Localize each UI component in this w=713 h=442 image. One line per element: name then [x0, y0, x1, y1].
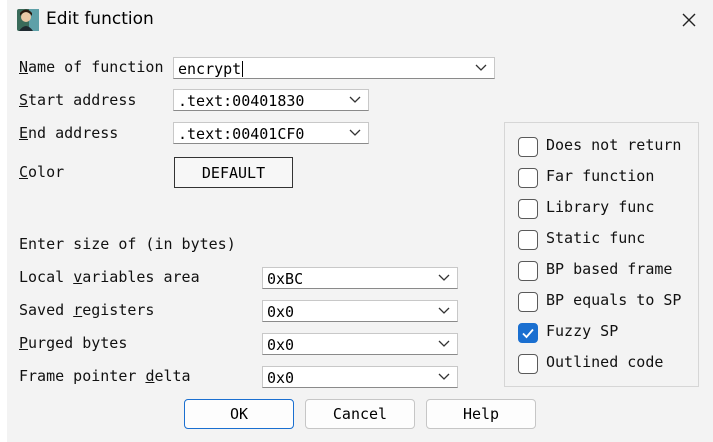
checkbox-label: Static func — [546, 229, 646, 247]
checkbox-outlined-code[interactable] — [518, 354, 538, 374]
help-button[interactable]: Help — [426, 399, 536, 429]
name-of-function-label: Name of function — [19, 58, 164, 76]
chevron-down-icon — [438, 274, 450, 281]
checkbox-library-func[interactable] — [518, 199, 538, 219]
name-of-function-value: encrypt — [178, 60, 244, 78]
app-portrait-icon — [17, 9, 39, 31]
checkbox-fuzzy-sp[interactable] — [518, 323, 538, 343]
chevron-down-icon — [349, 96, 361, 103]
name-of-function-combo[interactable]: encrypt — [173, 57, 495, 79]
chevron-down-icon — [349, 129, 361, 136]
end-address-value: .text:00401CF0 — [178, 125, 305, 143]
purged-bytes-combo[interactable]: 0x0 — [262, 333, 458, 355]
checkbox-label: Library func — [546, 198, 655, 216]
saved-registers-label: Saved registers — [19, 301, 155, 319]
start-address-value: .text:00401830 — [178, 92, 305, 110]
title-bar: Edit function — [7, 0, 713, 40]
purged-bytes-label: Purged bytes — [19, 334, 128, 352]
checkbox-label: BP equals to SP — [546, 291, 682, 309]
checkbox-static-func[interactable] — [518, 230, 538, 250]
checkbox-label: Outlined code — [546, 353, 664, 371]
ok-button[interactable]: OK — [184, 399, 294, 429]
end-address-combo[interactable]: .text:00401CF0 — [173, 122, 369, 144]
text-caret — [242, 61, 244, 77]
size-heading: Enter size of (in bytes) — [19, 235, 236, 253]
checkbox-label: Does not return — [546, 136, 682, 154]
checkbox-bp-based-frame[interactable] — [518, 261, 538, 281]
saved-registers-value: 0x0 — [267, 303, 295, 321]
purged-bytes-value: 0x0 — [267, 336, 295, 354]
checkbox-label: Far function — [546, 167, 655, 185]
frame-pointer-delta-label: Frame pointer delta — [19, 367, 191, 385]
checkbox-does-not-return[interactable] — [518, 137, 538, 157]
local-variables-value: 0xBC — [267, 270, 304, 288]
checkbox-label: Fuzzy SP — [546, 322, 619, 340]
start-address-combo[interactable]: .text:00401830 — [173, 89, 369, 111]
edit-function-dialog: Edit function Name of function encrypt S… — [7, 0, 713, 442]
color-default-button[interactable]: DEFAULT — [174, 157, 293, 188]
frame-pointer-delta-value: 0x0 — [267, 369, 295, 387]
end-address-label: End address — [19, 124, 119, 142]
checkbox-far-function[interactable] — [518, 168, 538, 188]
close-button[interactable] — [673, 4, 705, 36]
saved-registers-combo[interactable]: 0x0 — [262, 300, 458, 322]
function-flags-group — [504, 122, 699, 387]
color-label: Color — [19, 163, 65, 181]
chevron-down-icon — [438, 307, 450, 314]
cancel-button[interactable]: Cancel — [305, 399, 415, 429]
start-address-label: Start address — [19, 91, 137, 109]
local-variables-combo[interactable]: 0xBC — [262, 267, 458, 289]
chevron-down-icon — [475, 64, 487, 71]
chevron-down-icon — [438, 340, 450, 347]
close-icon — [682, 13, 696, 27]
dialog-title: Edit function — [46, 9, 154, 29]
frame-pointer-delta-combo[interactable]: 0x0 — [262, 366, 458, 388]
checkmark-icon — [522, 328, 534, 339]
checkbox-label: BP based frame — [546, 260, 673, 278]
local-variables-label: Local variables area — [19, 268, 200, 286]
chevron-down-icon — [438, 373, 450, 380]
checkbox-bp-equals-to-sp[interactable] — [518, 292, 538, 312]
